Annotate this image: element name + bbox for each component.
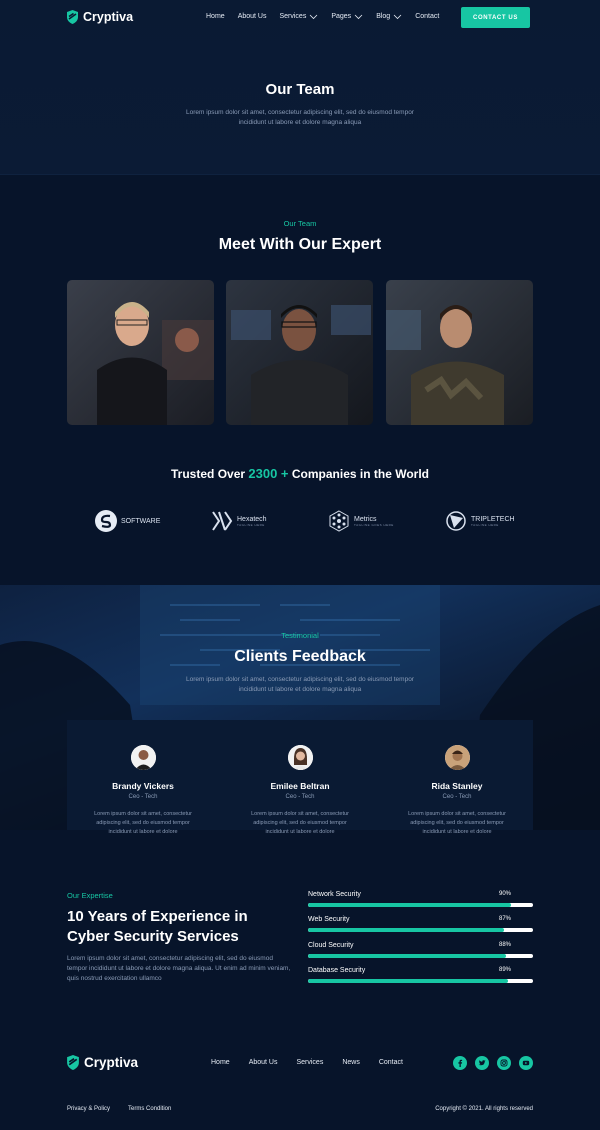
shield-icon [67, 10, 78, 24]
footer-link-about[interactable]: About Us [249, 1059, 278, 1066]
privacy-policy-link[interactable]: Privacy & Policy [67, 1106, 110, 1112]
progress-fill [308, 979, 509, 983]
terms-condition-link[interactable]: Terms Condition [128, 1106, 171, 1112]
chevron-down-icon [354, 14, 363, 19]
youtube-icon[interactable] [519, 1056, 533, 1070]
software-logo-icon [95, 510, 117, 532]
expertise-title: 10 Years of Experience in Cyber Security… [67, 908, 248, 945]
skill-bar: Web Security 87% [308, 916, 533, 932]
avatar [130, 745, 156, 770]
footer-link-contact[interactable]: Contact [379, 1059, 403, 1066]
team-title: Meet With Our Expert [218, 236, 382, 253]
progress-fill [308, 954, 506, 958]
hexatech-logo-icon [212, 511, 233, 531]
tripletech-logo-icon [446, 511, 466, 531]
nav-services[interactable]: Services [279, 13, 318, 20]
companies-count: 2300 + [248, 466, 289, 481]
nav-pages[interactable]: Pages [331, 13, 363, 20]
chevron-down-icon [393, 14, 402, 19]
skill-bar: Network Security 90% [308, 891, 533, 907]
skill-bar: Database Security 89% [308, 967, 533, 983]
page-title: Our Team [265, 81, 335, 98]
brand-name: Cryptiva [83, 10, 134, 24]
testimonial-item: Rida Stanley Ceo - Tech Lorem ipsum dolo… [387, 745, 527, 837]
team-member-photo[interactable] [226, 280, 373, 425]
contact-us-button[interactable]: CONTACT US [461, 7, 530, 28]
nav-blog[interactable]: Blog [376, 13, 402, 20]
expertise-description: Lorem ipsum dolor sit amet, consectetur … [67, 955, 291, 982]
team-member-photo[interactable] [67, 280, 214, 425]
main-nav: Home About Us Services Pages Blog Contac… [206, 13, 452, 20]
instagram-icon[interactable] [497, 1056, 511, 1070]
partner-logo-tripletech[interactable]: TRIPLETECH TAGLINE HERE [445, 510, 515, 532]
hero-description: Lorem ipsum dolor sit amet, consectetur … [186, 109, 414, 126]
footer-link-news[interactable]: News [342, 1059, 360, 1066]
copyright-text: Copyright © 2021. All rights reserved [435, 1106, 533, 1112]
twitter-icon[interactable] [475, 1056, 489, 1070]
expertise-eyebrow: Our Expertise [67, 891, 113, 900]
footer-logo[interactable]: Cryptiva [67, 1055, 138, 1070]
partner-logo-software[interactable]: SOFTWARE [95, 510, 160, 532]
shield-icon [67, 1055, 79, 1070]
nav-home[interactable]: Home [206, 13, 225, 20]
testimonial-item: Brandy Vickers Ceo - Tech Lorem ipsum do… [73, 745, 213, 837]
feedback-title: Clients Feedback [234, 648, 366, 665]
chevron-down-icon [310, 14, 318, 19]
metrics-logo-icon [329, 510, 349, 532]
nav-about[interactable]: About Us [238, 13, 267, 20]
footer-link-services[interactable]: Services [296, 1059, 323, 1066]
avatar [287, 745, 313, 770]
header-logo[interactable]: Cryptiva [67, 10, 133, 24]
nav-contact[interactable]: Contact [415, 13, 439, 20]
progress-fill [308, 903, 511, 907]
testimonial-item: Emilee Beltran Ceo - Tech Lorem ipsum do… [230, 745, 370, 837]
partner-logo-hexatech[interactable]: Hexatech TAGLINE HERE [211, 510, 267, 532]
trusted-heading: Trusted Over 2300 + Companies in the Wor… [171, 466, 429, 481]
brand-name: Cryptiva [84, 1055, 139, 1070]
progress-fill [308, 928, 504, 932]
team-eyebrow: Our Team [283, 219, 317, 228]
footer-link-home[interactable]: Home [211, 1059, 230, 1066]
skill-bar: Cloud Security 88% [308, 942, 533, 958]
feedback-description: Lorem ipsum dolor sit amet, consectetur … [186, 676, 414, 693]
facebook-icon[interactable] [453, 1056, 467, 1070]
avatar [444, 745, 470, 770]
team-member-photo[interactable] [386, 280, 533, 425]
partner-logo-metrics[interactable]: Metrics TAGLINE GOES HERE [328, 510, 394, 532]
footer-nav: Home About Us Services News Contact [211, 1059, 422, 1066]
testimonial-eyebrow: Testimonial [281, 631, 319, 640]
